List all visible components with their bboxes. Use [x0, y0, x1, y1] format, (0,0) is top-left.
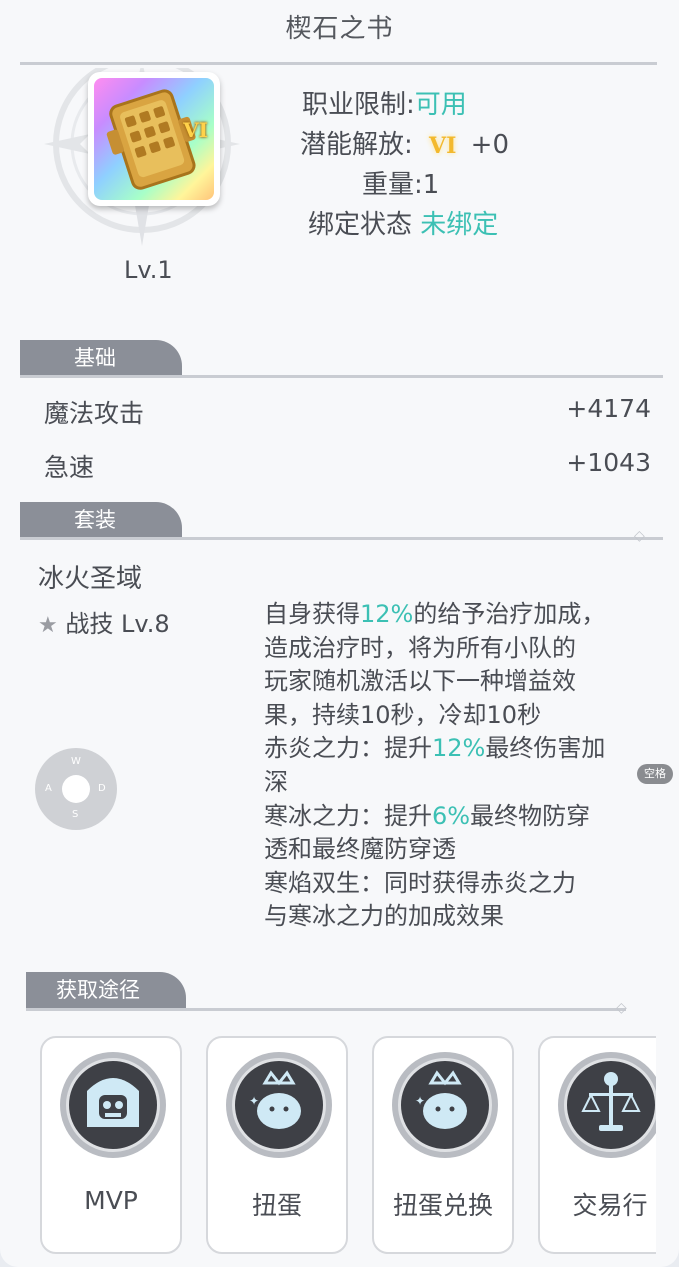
class-limit-value: 可用 — [414, 90, 467, 120]
source-label: 扭蛋 — [251, 1191, 302, 1220]
bind-value: 未绑定 — [420, 210, 499, 240]
section-tab-basic: 基础 — [20, 340, 182, 376]
description-line: 自身获得12%的给予治疗加成， — [264, 600, 606, 628]
joystick-up-label: W — [71, 756, 81, 767]
source-badge — [558, 1052, 656, 1158]
source-card-gacha-exchange[interactable]: ✦ 扭蛋兑换 — [372, 1036, 514, 1254]
source-badge-inner — [564, 1058, 656, 1152]
space-key-button[interactable]: 空格 — [637, 764, 673, 784]
skull-mvp-icon — [87, 1078, 139, 1127]
source-badge-inner — [66, 1058, 160, 1152]
bind-label: 绑定状态 — [308, 210, 413, 240]
divider-diamond-icon: ◇ — [634, 528, 645, 544]
joystick-knob[interactable] — [62, 775, 90, 803]
source-badge: ✦ — [226, 1052, 332, 1158]
section-divider — [26, 1008, 626, 1011]
source-badge — [60, 1052, 166, 1158]
star-icon: ★ — [38, 613, 58, 638]
skill-level: 战技 Lv.8 — [65, 610, 170, 638]
divider-diamond-icon: ◇ — [616, 1000, 627, 1016]
source-card-trade[interactable]: 交易行 — [538, 1036, 656, 1254]
class-limit-label: 职业限制: — [302, 90, 415, 120]
svg-text:✦: ✦ — [415, 1094, 425, 1108]
crowned-blob-icon: ✦ — [249, 1070, 301, 1129]
description-line: 造成治疗时，将为所有小队的 — [264, 633, 576, 662]
source-badge-inner: ✦ — [232, 1058, 326, 1152]
potential-value: +0 — [470, 130, 509, 160]
joystick-down-label: S — [72, 809, 79, 820]
potential-tier-icon: VI — [429, 132, 457, 159]
set-skill: ★ 战技 Lv.8 — [38, 604, 170, 639]
tier-badge: VI — [183, 118, 208, 142]
source-label: MVP — [84, 1186, 138, 1215]
section-divider — [20, 375, 663, 378]
section-divider — [20, 537, 663, 540]
description-line: 透和最终魔防穿透 — [264, 835, 456, 864]
item-level: Lv.1 — [124, 256, 173, 284]
source-label: 交易行 — [572, 1191, 648, 1220]
source-card-mvp[interactable]: MVP — [40, 1036, 182, 1254]
description-line: 赤炎之力：提升12%最终伤害加 — [264, 734, 606, 763]
potential-label: 潜能解放: — [300, 130, 413, 160]
description-line: 寒焰双生：同时获得赤炎之力 — [264, 868, 576, 897]
description-line: 与寒冰之力的加成效果 — [264, 902, 504, 931]
title-divider — [20, 62, 657, 65]
stat-value: +1043 — [566, 448, 651, 477]
bind-row: 绑定状态 未绑定 — [308, 204, 498, 241]
description-line: 深 — [264, 767, 288, 796]
potential-row: 潜能解放: VI +0 — [300, 124, 509, 161]
source-label: 扭蛋兑换 — [392, 1191, 493, 1220]
item-icon: VI — [94, 78, 214, 200]
virtual-joystick[interactable]: W A D S — [35, 748, 117, 830]
source-badge: ✦ — [392, 1052, 498, 1158]
svg-text:✦: ✦ — [249, 1094, 259, 1108]
stat-label: 魔法攻击 — [44, 399, 145, 428]
class-limit-row: 职业限制:可用 — [302, 84, 467, 121]
scales-icon — [581, 1072, 641, 1131]
crowned-blob-icon: ✦ — [415, 1070, 467, 1129]
description-line: 寒冰之力：提升6%最终物防穿 — [264, 801, 591, 830]
set-description: 自身获得12%的给予治疗加成， 造成治疗时，将为所有小队的 玩家随机激活以下一种… — [264, 598, 658, 934]
source-badge-inner: ✦ — [398, 1058, 492, 1152]
joystick-right-label: D — [98, 783, 106, 794]
description-line: 果，持续10秒，冷却10秒 — [264, 700, 542, 729]
weight: 重量:1 — [362, 170, 440, 200]
item-icon-frame[interactable]: VI — [88, 72, 220, 206]
section-tab-set: 套装 — [20, 502, 182, 538]
joystick-left-label: A — [45, 783, 52, 794]
item-detail-panel: 楔石之书 VI Lv.1 职业限制:可用 潜能解放: VI +0 重量:1 绑定… — [0, 0, 679, 1267]
set-name: 冰火圣域 — [38, 564, 143, 594]
stat-label: 急速 — [44, 453, 95, 482]
stat-value: +4174 — [566, 394, 651, 423]
section-tab-sources: 获取途径 — [26, 972, 186, 1008]
item-title: 楔石之书 — [285, 14, 394, 44]
source-card-gacha[interactable]: ✦ 扭蛋 — [206, 1036, 348, 1254]
description-line: 玩家随机激活以下一种增益效 — [264, 667, 576, 696]
